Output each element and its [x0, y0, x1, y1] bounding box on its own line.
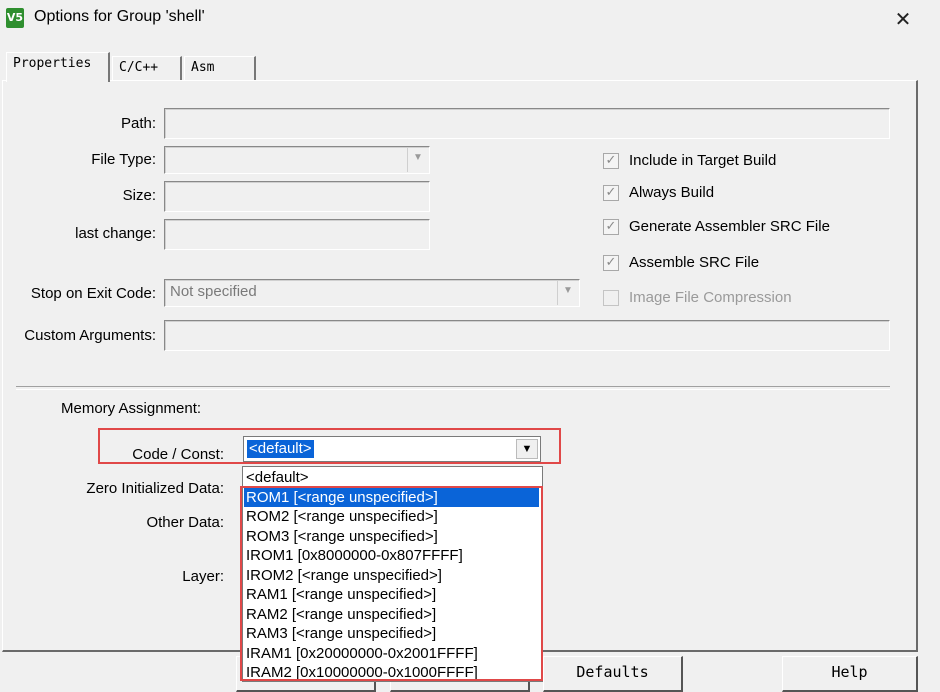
code-const-combo[interactable]: <default> ▼ [243, 436, 541, 462]
always-build-label: Always Build [629, 184, 715, 201]
assemble-src-label: Assemble SRC File [629, 254, 760, 271]
generate-asm-src-checkbox[interactable]: ✓ [603, 219, 619, 235]
custom-args-field[interactable] [164, 320, 890, 351]
image-compression-label: Image File Compression [629, 289, 792, 306]
dropdown-option[interactable]: <default> [246, 468, 309, 487]
last-change-field[interactable] [164, 219, 430, 250]
tab-asm[interactable]: Asm [184, 56, 256, 80]
include-target-build-label: Include in Target Build [629, 152, 777, 169]
last-change-label: last change: [75, 225, 156, 242]
code-const-value: <default> [247, 440, 314, 458]
file-type-label: File Type: [91, 151, 156, 168]
window-title: Options for Group 'shell' [34, 8, 205, 25]
code-const-label: Code / Const: [132, 446, 224, 463]
stop-on-exit-value: Not specified [170, 283, 257, 300]
tab-properties[interactable]: Properties [6, 52, 110, 82]
path-field[interactable] [164, 108, 890, 139]
title-bar: V5 Options for Group 'shell' ✕ [0, 0, 940, 38]
defaults-button[interactable]: Defaults [543, 656, 683, 692]
app-icon: V5 [6, 8, 24, 28]
help-button[interactable]: Help [782, 656, 918, 692]
other-data-label: Other Data: [146, 514, 224, 531]
custom-args-label: Custom Arguments: [24, 327, 156, 344]
assemble-src-checkbox[interactable]: ✓ [603, 255, 619, 271]
layer-label: Layer: [182, 568, 224, 585]
chevron-down-icon[interactable]: ▼ [516, 439, 538, 459]
memory-assignment-label: Memory Assignment: [61, 400, 202, 417]
close-icon[interactable]: ✕ [880, 2, 926, 36]
stop-on-exit-combo[interactable]: Not specified ▼ [164, 279, 580, 307]
size-field[interactable] [164, 181, 430, 212]
include-target-build-checkbox[interactable]: ✓ [603, 153, 619, 169]
zero-init-label: Zero Initialized Data: [86, 480, 224, 497]
always-build-checkbox[interactable]: ✓ [603, 185, 619, 201]
generate-asm-src-label: Generate Assembler SRC File [629, 218, 830, 235]
size-label: Size: [122, 187, 156, 204]
image-compression-checkbox [603, 290, 619, 306]
options-highlight [240, 486, 543, 681]
section-divider [16, 386, 890, 390]
path-label: Path: [120, 115, 156, 132]
chevron-down-icon[interactable]: ▼ [557, 281, 578, 305]
chevron-down-icon[interactable]: ▼ [407, 148, 428, 172]
tab-c-cpp[interactable]: C/C++ [112, 56, 182, 80]
stop-on-exit-label: Stop on Exit Code: [30, 285, 156, 302]
file-type-combo[interactable]: ▼ [164, 146, 430, 174]
